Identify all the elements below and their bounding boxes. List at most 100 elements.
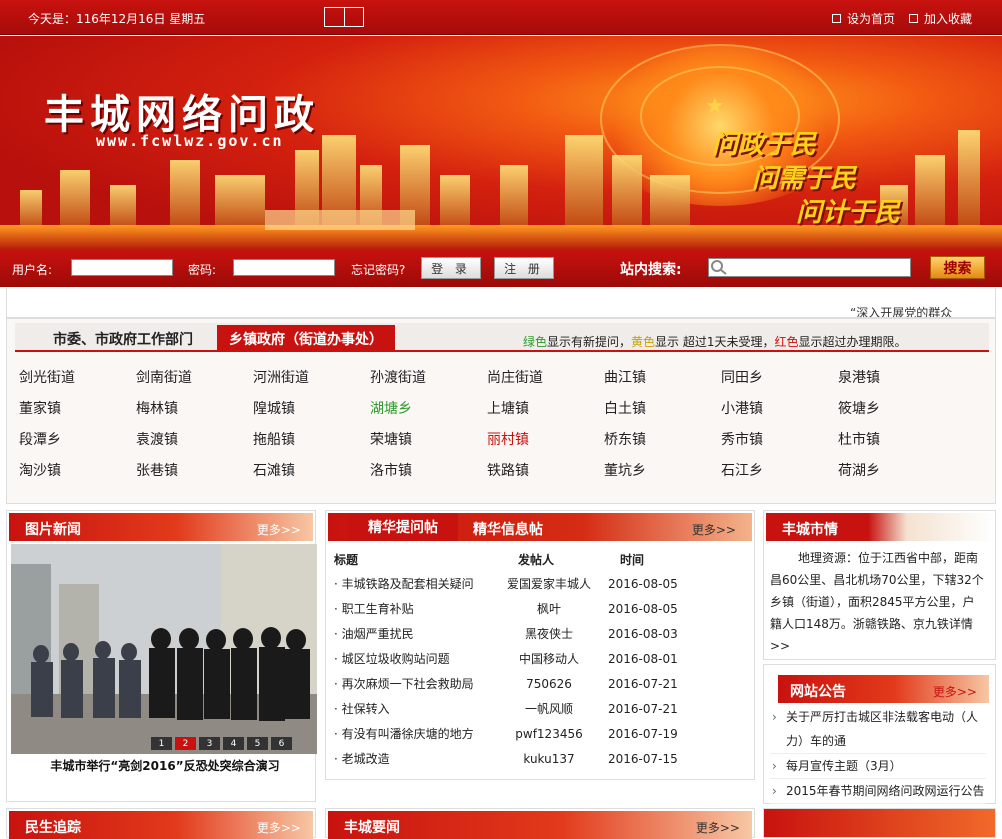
table-row[interactable]: · 城区垃圾收购站问题 中国移动人 2016-08-01 — [334, 646, 754, 671]
tab-city-departments[interactable]: 市委、市政府工作部门 — [31, 325, 215, 352]
township-link[interactable]: 董家镇 — [19, 398, 136, 418]
township-link[interactable]: 张巷镇 — [136, 460, 253, 480]
color-legend: 绿色显示有新提问，黄色显示 超过1天未受理，红色显示超过办理期限。 — [523, 335, 907, 349]
township-link[interactable]: 杜市镇 — [838, 429, 955, 449]
table-row[interactable]: · 油烟严重扰民 黑夜侠士 2016-08-03 — [334, 621, 754, 646]
township-link[interactable]: 洛市镇 — [370, 460, 487, 480]
notice-text[interactable]: “深入开展党的群众 — [850, 304, 952, 317]
post-date: 2016-07-19 — [608, 726, 678, 741]
township-link[interactable]: 小港镇 — [721, 398, 838, 418]
set-homepage-link[interactable]: 设为首页 — [831, 10, 895, 27]
table-row[interactable]: · 再次麻烦一下社会救助局 750626 2016-07-21 — [334, 671, 754, 696]
township-link[interactable]: 董坑乡 — [604, 460, 721, 480]
township-link[interactable]: 白土镇 — [604, 398, 721, 418]
table-row[interactable]: · 有没有叫潘徐庆塘的地方 pwf123456 2016-07-19 — [334, 721, 754, 746]
photo-page-5[interactable]: 5 — [247, 737, 268, 750]
township-link[interactable]: 秀市镇 — [721, 429, 838, 449]
table-row[interactable]: · 老城改造 kuku137 2016-07-15 — [334, 746, 754, 771]
star-icon: ★ — [705, 94, 725, 119]
township-link[interactable]: 剑南街道 — [136, 367, 253, 387]
post-title-link[interactable]: 城区垃圾收购站问题 — [342, 652, 450, 666]
township-link[interactable]: 段潭乡 — [19, 429, 136, 449]
table-row[interactable]: · 职工生育补贴 枫叶 2016-08-05 — [334, 596, 754, 621]
tab-township-governments[interactable]: 乡镇政府（街道办事处） — [217, 325, 395, 352]
list-item[interactable]: 关于严厉打击城区非法载客电动（人力）车的通 — [770, 705, 986, 754]
photo-page-3[interactable]: 3 — [199, 737, 220, 750]
checkbox-icon — [908, 14, 918, 23]
username-label: 用户名: — [12, 263, 53, 277]
list-item[interactable]: 2015年春节期间网络问政网运行公告 — [770, 779, 986, 804]
township-link[interactable]: 湖塘乡 — [370, 398, 487, 418]
township-link[interactable]: 拖船镇 — [253, 429, 370, 449]
post-date: 2016-08-05 — [608, 601, 678, 616]
photo-page-6[interactable]: 6 — [271, 737, 292, 750]
city-news-more-link[interactable]: 更多>> — [696, 819, 740, 836]
post-date: 2016-08-05 — [608, 576, 678, 591]
township-link[interactable]: 石滩镇 — [253, 460, 370, 480]
topbar-toggle-boxes[interactable] — [324, 7, 364, 27]
password-label: 密码: — [188, 263, 217, 277]
username-input[interactable] — [71, 259, 173, 276]
photo-page-2[interactable]: 2 — [175, 737, 196, 750]
township-link[interactable]: 泉港镇 — [838, 367, 955, 387]
search-button[interactable]: 搜索 — [930, 256, 985, 279]
announcement-more-link[interactable]: 更多>> — [933, 683, 977, 700]
checkbox-icon — [831, 14, 841, 23]
post-title-link[interactable]: 职工生育补贴 — [342, 602, 414, 616]
post-title-link[interactable]: 老城改造 — [342, 752, 390, 766]
post-title-link[interactable]: 油烟严重扰民 — [342, 627, 414, 641]
table-row[interactable]: · 丰城铁路及配套相关疑问 爱国爱家丰城人 2016-08-05 — [334, 571, 754, 596]
township-link[interactable]: 荣塘镇 — [370, 429, 487, 449]
list-item[interactable]: 每月宣传主题（3月） — [770, 754, 986, 779]
site-search-input[interactable] — [708, 258, 911, 277]
password-input[interactable] — [233, 259, 335, 276]
township-link[interactable]: 袁渡镇 — [136, 429, 253, 449]
township-link[interactable]: 河洲街道 — [253, 367, 370, 387]
post-title-link[interactable]: 有没有叫潘徐庆塘的地方 — [342, 727, 474, 741]
township-link[interactable]: 孙渡街道 — [370, 367, 487, 387]
township-link[interactable]: 筱塘乡 — [838, 398, 955, 418]
photo-pagination: 123456 — [151, 737, 292, 750]
township-link[interactable]: 桥东镇 — [604, 429, 721, 449]
search-icon — [711, 260, 727, 275]
forgot-password-link[interactable]: 忘记密码? — [351, 261, 405, 278]
photo-page-4[interactable]: 4 — [223, 737, 244, 750]
township-link[interactable]: 丽村镇 — [487, 429, 604, 449]
township-link[interactable]: 铁路镇 — [487, 460, 604, 480]
add-favorites-link[interactable]: 加入收藏 — [908, 10, 972, 27]
post-date: 2016-08-03 — [608, 626, 678, 641]
news-photo[interactable] — [11, 544, 317, 754]
post-author: 中国移动人 — [518, 652, 579, 666]
city-info-title: 丰城市情 — [782, 522, 838, 538]
login-button[interactable]: 登 录 — [421, 257, 481, 279]
tab-featured-questions[interactable]: 精华提问帖 — [348, 513, 458, 541]
township-link[interactable]: 尚庄街道 — [487, 367, 604, 387]
photo-news-more-link[interactable]: 更多>> — [257, 521, 301, 538]
township-link[interactable]: 石江乡 — [721, 460, 838, 480]
posts-more-link[interactable]: 更多>> — [692, 521, 736, 538]
township-link[interactable]: 上塘镇 — [487, 398, 604, 418]
township-link[interactable]: 剑光街道 — [19, 367, 136, 387]
photo-news-title: 图片新闻 — [25, 522, 81, 538]
tab-featured-info[interactable]: 精华信息帖 — [473, 519, 543, 539]
township-link[interactable]: 同田乡 — [721, 367, 838, 387]
post-title-link[interactable]: 丰城铁路及配套相关疑问 — [342, 577, 474, 591]
post-title-link[interactable]: 再次麻烦一下社会救助局 — [342, 677, 474, 691]
township-link[interactable]: 淘沙镇 — [19, 460, 136, 480]
post-author: pwf123456 — [515, 726, 583, 741]
post-title-link[interactable]: 社保转入 — [342, 702, 390, 716]
township-link[interactable]: 曲江镇 — [604, 367, 721, 387]
township-link[interactable]: 荷湖乡 — [838, 460, 955, 480]
register-button[interactable]: 注 册 — [494, 257, 554, 279]
table-row[interactable]: · 社保转入 一帆风顺 2016-07-21 — [334, 696, 754, 721]
featured-posts-panel: 精华提问帖 精华信息帖 更多>> 标题 发帖人 时间 · 丰城铁路及配套相关疑问… — [325, 510, 755, 780]
announcement-panel: 网站公告 更多>> 关于严厉打击城区非法载客电动（人力）车的通每月宣传主题（3月）… — [763, 664, 996, 804]
slogan-3: 问计于民 — [796, 198, 901, 228]
photo-page-1[interactable]: 1 — [151, 737, 172, 750]
township-link[interactable]: 梅林镇 — [136, 398, 253, 418]
post-author: kuku137 — [523, 751, 575, 766]
photo-caption[interactable]: 丰城市举行“亮剑2016”反恐处突综合演习 — [7, 757, 323, 774]
livelihood-more-link[interactable]: 更多>> — [257, 819, 301, 836]
post-author: 爱国爱家丰城人 — [506, 577, 591, 591]
township-link[interactable]: 隍城镇 — [253, 398, 370, 418]
